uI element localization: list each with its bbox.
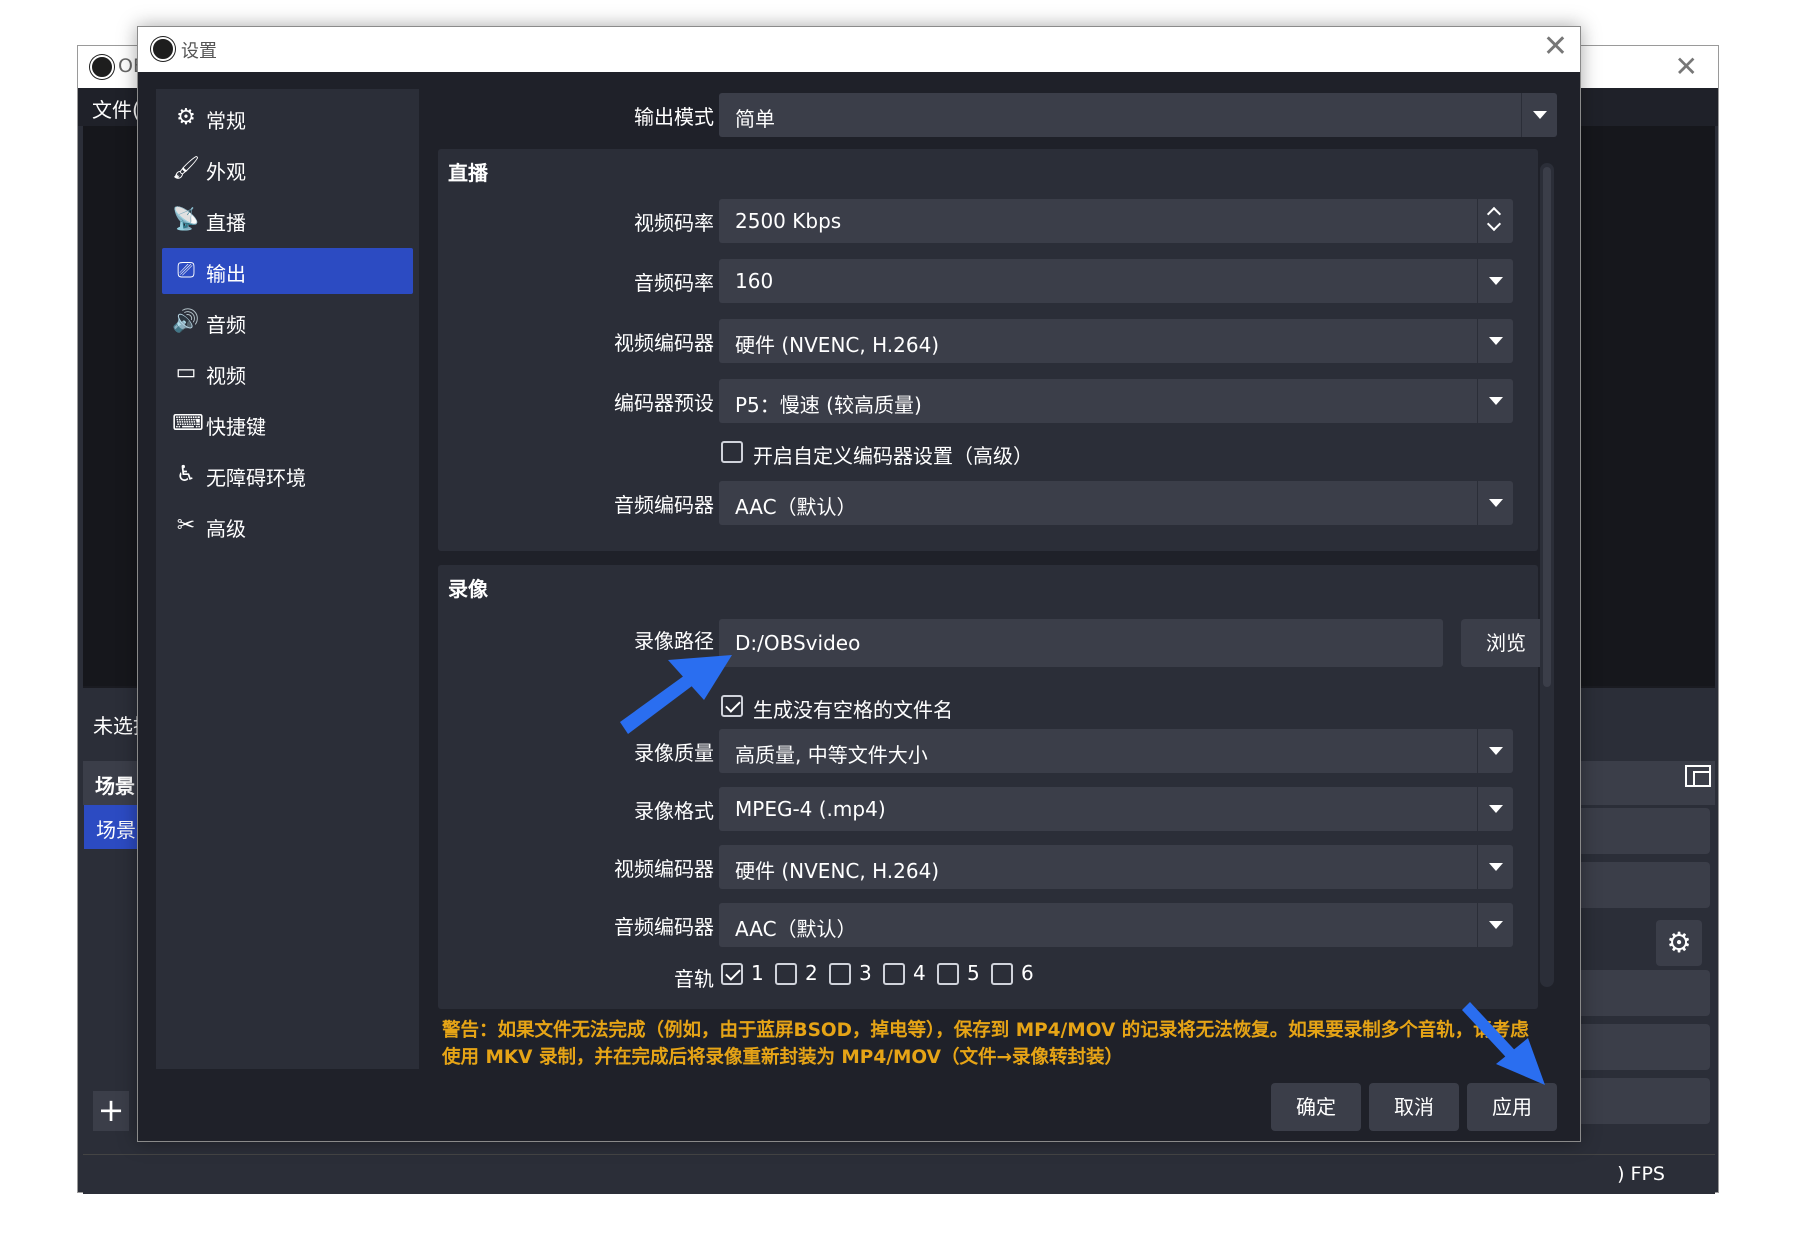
arrow-to-recording-path (620, 655, 732, 734)
annotation-arrows (620, 655, 1545, 1085)
arrow-to-apply-button (1462, 1002, 1545, 1085)
